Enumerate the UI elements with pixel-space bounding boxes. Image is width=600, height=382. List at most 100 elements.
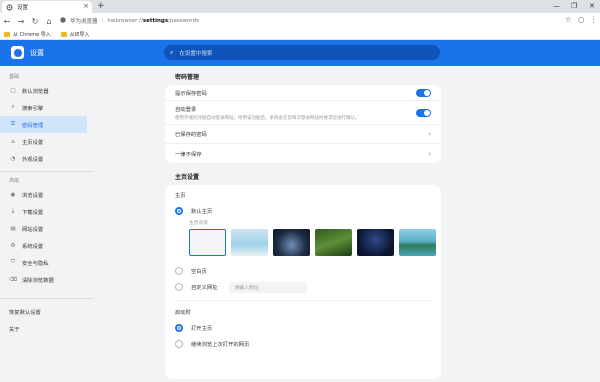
tab-bar: 设置 × + — ❐ ✕ — [0, 0, 600, 13]
divider — [175, 300, 431, 301]
radio-selected[interactable] — [175, 324, 183, 332]
sidebar-item-clear-data[interactable]: ⌫ 清除浏览数据 — [0, 271, 87, 288]
site-icon: ▤ — [10, 225, 16, 232]
sidebar: 基础 □ 默认浏览器 ⌕ 搜索引擎 ⚿ 密码管理 ⌂ 主页设置 ◔ 外观设置 高级 ◉ 浏览… — [0, 66, 94, 382]
back-button[interactable]: ← — [0, 17, 14, 26]
sidebar-divider — [0, 298, 94, 299]
radio-unselected[interactable] — [175, 283, 183, 291]
address-bar[interactable]: 华为浏览器 | hwbrowser://settings/passwords — [60, 15, 199, 27]
sidebar-item-privacy[interactable]: ⛉ 安全与隐私 — [0, 254, 87, 271]
startup-label: 启动时 — [175, 310, 191, 316]
sidebar-group-basic: 基础 — [9, 74, 20, 80]
sidebar-item-label: 默认浏览器 — [22, 88, 49, 95]
sidebar-item-site-settings[interactable]: ▤ 网站设置 — [0, 220, 87, 237]
custom-url-label: 自定义网址 — [191, 285, 218, 291]
settings-logo-icon — [11, 46, 24, 59]
radio-unselected[interactable] — [175, 340, 183, 348]
close-window-button[interactable]: ✕ — [589, 0, 595, 12]
sidebar-item-label: 搜索引擎 — [22, 105, 44, 112]
sidebar-item-reset[interactable]: 恢复默认设置 — [0, 303, 87, 320]
blank-page-option[interactable]: 空白页 — [165, 263, 441, 279]
bookmark-star-icon[interactable]: ☆ — [565, 15, 572, 24]
continue-label: 继续浏览上次打开的网页 — [191, 342, 250, 348]
sidebar-item-system[interactable]: ⚙ 系统设置 — [0, 237, 87, 254]
browser-icon: □ — [10, 87, 16, 94]
sidebar-item-search-engine[interactable]: ⌕ 搜索引擎 — [0, 99, 87, 116]
settings-header: 设置 ⌕ 在设置中搜索 — [0, 40, 600, 66]
sidebar-item-label: 安全与隐私 — [22, 260, 49, 267]
folder-icon — [60, 31, 67, 37]
settings-search-input[interactable]: ⌕ 在设置中搜索 — [164, 45, 440, 60]
open-home-label: 打开主页 — [191, 326, 213, 332]
main-content: 密码管理 提示保存密码 自动登录 使用存储的凭据自动登录网站。停用该功能后，系统… — [165, 66, 441, 382]
background-thumbnails — [165, 229, 441, 256]
eye-icon: ◉ — [10, 191, 16, 198]
sidebar-item-downloads[interactable]: ⤓ 下载设置 — [0, 203, 87, 220]
search-placeholder: 在设置中搜索 — [179, 50, 213, 57]
bg-thumb-night[interactable] — [357, 229, 394, 256]
new-tab-button[interactable]: + — [97, 0, 105, 12]
home-button[interactable]: ⌂ — [42, 17, 56, 26]
radio-unselected[interactable] — [175, 267, 183, 275]
chevron-right-icon: › — [428, 130, 431, 138]
bookmark-import-chrome[interactable]: 从 Chrome 导入 — [4, 31, 51, 38]
bookmark-import-ie[interactable]: 从IE导入 — [60, 31, 89, 38]
forward-button[interactable]: → — [14, 17, 28, 26]
restore-button[interactable]: ❐ — [571, 0, 577, 12]
url-separator: | — [101, 18, 104, 24]
sidebar-item-label: 恢复默认设置 — [9, 309, 41, 316]
offer-save-toggle[interactable] — [416, 88, 431, 97]
sidebar-item-label: 网站设置 — [22, 226, 44, 233]
gear-icon — [6, 4, 13, 11]
blank-page-label: 空白页 — [191, 269, 207, 275]
sidebar-divider — [0, 171, 94, 172]
minimize-button[interactable]: — — [553, 0, 560, 12]
sidebar-item-label: 系统设置 — [22, 243, 44, 250]
tab-settings[interactable]: 设置 × — [2, 1, 92, 13]
reload-button[interactable]: ↻ — [28, 17, 42, 26]
default-home-label: 默认主页 — [191, 209, 213, 215]
bookmarks-bar: 从 Chrome 导入 从IE导入 — [0, 29, 600, 40]
sidebar-item-browsing[interactable]: ◉ 浏览设置 — [0, 186, 87, 203]
url-host: settings — [142, 18, 169, 24]
sidebar-item-label: 主页设置 — [22, 139, 44, 146]
offer-save-label: 提示保存密码 — [175, 90, 207, 97]
sidebar-item-label: 外观设置 — [22, 156, 44, 163]
offer-save-row: 提示保存密码 — [165, 85, 441, 101]
chevron-right-icon: › — [428, 149, 431, 158]
folder-icon — [4, 31, 10, 37]
open-home-option[interactable]: 打开主页 — [165, 320, 441, 336]
bg-label: 主页背景 — [189, 221, 209, 226]
sidebar-item-about[interactable]: 关于 — [0, 320, 87, 337]
sidebar-item-label: 下载设置 — [22, 209, 44, 216]
password-card: 提示保存密码 自动登录 使用存储的凭据自动登录网站。停用该功能后，系统会在您每次… — [165, 85, 441, 163]
bg-thumb-island[interactable] — [398, 229, 436, 256]
trash-icon: ⌫ — [9, 276, 17, 283]
tab-close-icon[interactable]: × — [83, 2, 89, 10]
sidebar-item-passwords[interactable]: ⚿ 密码管理 — [0, 116, 87, 133]
custom-url-option[interactable]: 自定义网址 请输入网址 — [165, 279, 441, 295]
bg-thumb-forest[interactable] — [315, 229, 352, 256]
saved-passwords-row[interactable]: 已保存的密码 › — [165, 125, 441, 144]
never-save-label: 一律不保存 — [175, 151, 202, 158]
default-home-option[interactable]: 默认主页 — [165, 203, 441, 219]
page-title: 设置 — [30, 49, 44, 57]
sidebar-item-label: 清除浏览数据 — [22, 277, 54, 284]
sidebar-item-homepage[interactable]: ⌂ 主页设置 — [0, 133, 87, 150]
bg-thumb-blank[interactable] — [189, 229, 227, 256]
sidebar-item-appearance[interactable]: ◔ 外观设置 — [0, 150, 87, 167]
bookmark-label: 从 Chrome 导入 — [13, 31, 51, 38]
sidebar-item-label: 浏览设置 — [22, 192, 44, 199]
menu-icon[interactable]: ⋮ — [590, 15, 598, 24]
url-path: /passwords — [168, 18, 199, 24]
auto-login-toggle[interactable] — [416, 108, 431, 117]
custom-url-input[interactable]: 请输入网址 — [227, 281, 308, 293]
browser-brand: 华为浏览器 — [70, 19, 98, 25]
bg-thumb-earth[interactable] — [273, 229, 311, 256]
radio-selected[interactable] — [175, 207, 183, 215]
account-icon[interactable]: ○ — [578, 15, 585, 24]
continue-option[interactable]: 继续浏览上次打开的网页 — [165, 336, 441, 352]
sidebar-item-default-browser[interactable]: □ 默认浏览器 — [0, 82, 87, 99]
bg-thumb-sea[interactable] — [231, 229, 269, 256]
never-save-row[interactable]: 一律不保存 › — [165, 144, 441, 163]
